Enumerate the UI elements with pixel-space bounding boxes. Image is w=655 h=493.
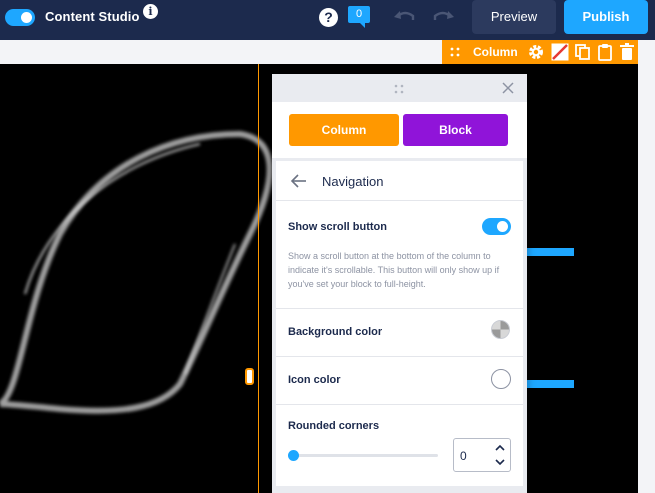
no-fill-icon[interactable]	[551, 43, 569, 61]
background-color-swatch[interactable]	[491, 320, 510, 339]
section-title: Navigation	[322, 174, 384, 189]
chevron-up-icon[interactable]	[494, 443, 506, 453]
trash-icon[interactable]	[618, 43, 636, 61]
studio-toggle[interactable]	[5, 9, 35, 26]
icon-color-swatch[interactable]	[491, 369, 511, 389]
chevron-down-icon[interactable]	[494, 457, 506, 467]
divider	[276, 404, 523, 405]
right-margin	[638, 40, 655, 493]
notification-badge[interactable]: 0	[348, 6, 370, 28]
divider	[276, 356, 523, 357]
tab-block[interactable]: Block	[403, 114, 508, 146]
column-settings-panel: Column Block Navigation Show scroll butt…	[272, 74, 527, 493]
rounded-corners-slider-thumb[interactable]	[288, 450, 299, 461]
icon-color-label: Icon color	[288, 374, 341, 386]
top-bar: Content Studio i ? 0 Preview Publish	[0, 0, 655, 40]
rounded-corners-value[interactable]: 0	[460, 449, 467, 463]
show-scroll-button-description: Show a scroll button at the bottom of th…	[288, 251, 500, 289]
rounded-corners-slider[interactable]	[293, 454, 438, 457]
close-icon[interactable]	[502, 82, 514, 94]
show-scroll-button-toggle[interactable]	[482, 218, 511, 235]
panel-gutter	[523, 158, 527, 493]
background-color-label: Background color	[288, 326, 383, 338]
rounded-corners-stepper[interactable]: 0	[453, 438, 511, 472]
divider	[276, 308, 523, 309]
column-toolbar: Column	[442, 40, 638, 64]
app-title: Content Studio	[45, 9, 140, 24]
back-arrow-icon[interactable]	[290, 173, 308, 189]
info-icon[interactable]: i	[143, 4, 158, 19]
rounded-corners-label: Rounded corners	[288, 420, 380, 432]
section-header: Navigation	[276, 161, 523, 201]
drag-handle-icon[interactable]	[450, 46, 460, 58]
publish-button[interactable]: Publish	[564, 0, 648, 34]
tab-column[interactable]: Column	[289, 114, 399, 146]
copy-icon[interactable]	[574, 43, 592, 61]
undo-icon[interactable]	[392, 8, 418, 26]
preview-button[interactable]: Preview	[472, 0, 556, 34]
help-icon[interactable]: ?	[319, 8, 338, 27]
paste-icon[interactable]	[596, 43, 614, 61]
redo-icon[interactable]	[430, 8, 456, 26]
drag-handle-icon[interactable]	[394, 84, 404, 94]
panel-tabs: Column Block	[272, 102, 527, 158]
panel-footer	[272, 486, 527, 493]
column-toolbar-label[interactable]: Column	[473, 45, 518, 59]
gear-icon[interactable]	[527, 43, 545, 61]
column-resize-handle[interactable]	[245, 368, 254, 385]
panel-gutter	[272, 158, 276, 493]
panel-header[interactable]	[272, 74, 527, 102]
show-scroll-button-label: Show scroll button	[288, 221, 387, 233]
